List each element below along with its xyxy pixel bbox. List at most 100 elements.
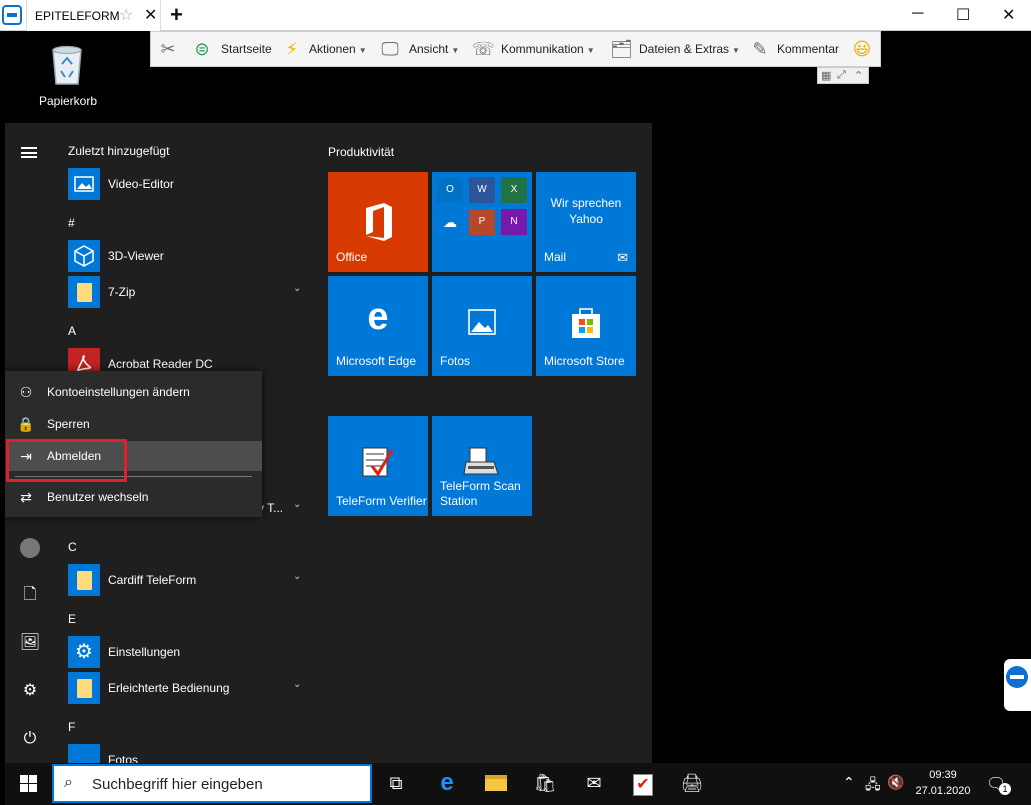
start-button[interactable] — [5, 763, 51, 803]
letter-c[interactable]: C — [68, 540, 77, 554]
close-window-button[interactable]: ✕ — [1002, 5, 1015, 25]
app-7zip[interactable]: 7-Zip ⌄ — [68, 276, 308, 308]
excel-icon[interactable]: X — [501, 177, 527, 203]
tab-title: EPITELEFORM — [35, 9, 120, 23]
app-einstellungen[interactable]: ⚙ Einstellungen — [68, 636, 308, 668]
store-taskbar-icon[interactable]: 🛍 — [532, 770, 558, 796]
tile-fotos[interactable]: Fotos — [432, 276, 532, 376]
pictures-icon[interactable]: 🖼 — [19, 632, 41, 654]
tile-store[interactable]: Microsoft Store — [536, 276, 636, 376]
smiley-icon[interactable]: 😃 — [851, 38, 873, 60]
toolbar-ansicht[interactable]: Ansicht ▼ — [409, 42, 459, 56]
maximize-button[interactable]: ☐ — [956, 5, 970, 25]
toolbar-mini-controls: ▦ ⤢ ⌃ — [817, 67, 869, 84]
recently-added-header: Zuletzt hinzugefügt — [68, 144, 170, 158]
teleform-verifier-taskbar-icon[interactable]: ✔ — [630, 770, 656, 796]
close-tab-icon[interactable]: ✕ — [144, 5, 157, 25]
toolbar-aktionen[interactable]: Aktionen ▼ — [309, 42, 367, 56]
user-settings-icon: ⚇ — [19, 384, 33, 400]
lock-button[interactable]: 🔒 Sperren — [5, 409, 262, 439]
teamviewer-logo-icon — [1006, 666, 1028, 688]
teamviewer-toolbar: ✂ ⊜ Startseite ⚡ Aktionen ▼ 🖵 Ansicht ▼ ☏ … — [150, 31, 881, 67]
search-box[interactable]: ⌕ Suchbegriff hier eingeben — [52, 764, 372, 803]
switch-user-button[interactable]: ⇄ Benutzer wechseln — [5, 482, 262, 512]
toolbar-startseite[interactable]: Startseite — [221, 42, 272, 56]
taskbar: ⌕ Suchbegriff hier eingeben ⧉ e 🛍 ✉ ✔ 🖨 … — [5, 763, 1031, 805]
search-icon: ⌕ — [64, 774, 73, 791]
teleform-verifier-icon — [362, 447, 394, 477]
edge-icon: e — [367, 296, 389, 338]
search-input[interactable]: Suchbegriff hier eingeben — [92, 776, 263, 793]
folder-icon — [68, 276, 100, 308]
word-icon[interactable]: W — [469, 177, 495, 203]
tile-edge[interactable]: e Microsoft Edge — [328, 276, 428, 376]
letter-e[interactable]: E — [68, 612, 76, 626]
letter-f[interactable]: F — [68, 720, 75, 734]
clock[interactable]: 09:39 27.01.2020 — [910, 767, 976, 799]
letter-a[interactable]: A — [68, 324, 76, 338]
app-3d-viewer[interactable]: 3D-Viewer — [68, 240, 308, 272]
user-avatar-icon[interactable] — [19, 537, 41, 559]
powerpoint-icon[interactable]: P — [469, 209, 495, 235]
teamviewer-logo-icon — [2, 5, 22, 25]
highlight-annotation — [6, 439, 127, 482]
task-view-icon[interactable]: ⧉ — [383, 770, 409, 796]
remote-desktop-window: EPITELEFORM ☆ ✕ + ─ ☐ ✕ Papierkorb 🗋 🖼 ⚙… — [0, 0, 1031, 805]
settings-gear-icon: ⚙ — [68, 636, 100, 668]
time-text: 09:39 — [929, 769, 957, 781]
home-icon: ⊜ — [194, 39, 210, 59]
settings-gear-icon[interactable]: ⚙ — [19, 680, 41, 702]
switch-user-icon: ⇄ — [20, 489, 32, 505]
toolbar-dateien-extras[interactable]: Dateien & Extras ▼ — [639, 42, 740, 56]
show-hidden-icons-chevron-icon[interactable]: ⌃ — [843, 774, 855, 791]
tile-teleform-scan[interactable]: TeleForm Scan Station — [432, 416, 532, 516]
store-bag-icon — [572, 308, 600, 338]
documents-icon[interactable]: 🗋 — [19, 584, 41, 606]
app-cardiff-teleform[interactable]: Cardiff TeleForm ⌄ — [68, 564, 308, 596]
file-explorer-icon[interactable] — [483, 770, 509, 796]
view-icon: 🖵 — [381, 39, 399, 59]
change-account-settings[interactable]: ⚇ Kontoeinstellungen ändern — [5, 377, 262, 407]
favorite-star-icon[interactable]: ☆ — [119, 5, 133, 25]
add-tab-button[interactable]: + — [170, 2, 183, 28]
minimize-button[interactable]: ─ — [912, 5, 923, 23]
network-icon[interactable]: 🖧 — [865, 774, 881, 798]
letter-hash[interactable]: # — [68, 216, 75, 230]
app-video-editor[interactable]: Video-Editor — [68, 168, 308, 200]
video-editor-icon — [68, 168, 100, 200]
tiles-group-title: Produktivität — [328, 145, 395, 159]
notification-count-badge: 1 — [999, 783, 1011, 795]
scanner-taskbar-icon[interactable]: 🖨 — [679, 770, 705, 796]
app-fotos[interactable]: Fotos — [68, 744, 308, 763]
session-tab[interactable]: EPITELEFORM ☆ ✕ — [26, 0, 161, 31]
tile-mail[interactable]: Wir sprechen Yahoo Mail ✉ — [536, 172, 636, 272]
recycle-bin-label: Papierkorb — [38, 94, 98, 108]
toolbar-kommunikation[interactable]: Kommunikation ▼ — [501, 42, 595, 56]
fullscreen-icon[interactable]: ⤢ — [837, 69, 846, 82]
hamburger-menu-icon[interactable] — [21, 147, 37, 158]
power-icon[interactable]: ⏻ — [19, 728, 41, 750]
toolbar-kommentar[interactable]: Kommentar — [777, 42, 839, 56]
disconnect-icon[interactable]: ✂ — [157, 38, 179, 60]
app-erleichterte-bedienung[interactable]: Erleichterte Bedienung ⌄ — [68, 672, 308, 704]
chevron-down-icon[interactable]: ⌄ — [293, 679, 301, 690]
recycle-bin[interactable]: Papierkorb — [38, 42, 98, 108]
chevron-down-icon[interactable]: ⌄ — [293, 499, 301, 510]
chevron-down-icon[interactable]: ⌄ — [293, 283, 301, 294]
chevron-down-icon[interactable]: ⌄ — [293, 571, 301, 582]
folder-icon — [68, 564, 100, 596]
onedrive-icon[interactable]: ☁ — [437, 209, 463, 235]
volume-muted-icon[interactable]: 🔇 — [887, 774, 904, 791]
mail-taskbar-icon[interactable]: ✉ — [581, 770, 607, 796]
recycle-bin-icon — [52, 45, 82, 85]
collapse-toolbar-icon[interactable]: ⌃ — [854, 69, 863, 82]
edge-taskbar-icon[interactable]: e — [434, 770, 460, 796]
outlook-icon[interactable]: O — [437, 177, 463, 203]
grid-icon[interactable]: ▦ — [821, 69, 831, 82]
tile-teleform-verifier[interactable]: TeleForm Verifier — [328, 416, 428, 516]
mail-tile-message: Wir sprechen Yahoo — [550, 196, 622, 226]
teamviewer-side-panel[interactable] — [1004, 659, 1031, 711]
tile-office-apps[interactable]: O W X ☁ P N — [432, 172, 532, 272]
onenote-icon[interactable]: N — [501, 209, 527, 235]
tile-office[interactable]: Office — [328, 172, 428, 272]
